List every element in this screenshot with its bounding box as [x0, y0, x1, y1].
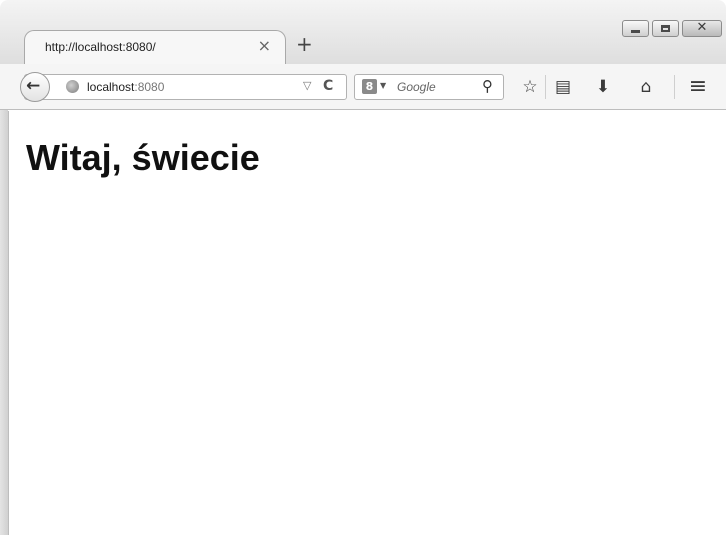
browser-window: http://localhost:8080/ × + ✕ localhost:8…	[0, 0, 726, 535]
url-bar[interactable]: localhost:8080 ▽ C	[24, 74, 347, 100]
tab-title: http://localhost:8080/	[45, 40, 156, 54]
window-frame-left	[0, 64, 8, 535]
tab-localhost[interactable]: http://localhost:8080/ ×	[24, 30, 286, 66]
maximize-icon	[661, 25, 670, 32]
minimize-icon	[631, 30, 640, 33]
home-icon[interactable]: ⌂	[634, 73, 658, 101]
new-tab-icon[interactable]: +	[296, 32, 313, 56]
maximize-button[interactable]	[652, 20, 679, 37]
google-engine-icon[interactable]: 8	[362, 79, 377, 94]
search-bar[interactable]: 8 ▼ Google ⚲	[354, 74, 504, 100]
engine-dropdown-icon[interactable]: ▼	[380, 81, 386, 90]
url-text: localhost:8080	[87, 80, 164, 94]
bookmark-star-icon[interactable]: ☆	[518, 73, 542, 101]
search-icon[interactable]: ⚲	[482, 77, 493, 95]
menu-icon[interactable]: ≡	[686, 73, 710, 101]
page-content: Witaj, świecie	[8, 111, 726, 535]
toolbar-divider	[674, 75, 675, 99]
page-heading: Witaj, świecie	[26, 137, 260, 178]
tab-close-icon[interactable]: ×	[258, 36, 271, 55]
close-window-button[interactable]: ✕	[682, 20, 722, 37]
reload-icon[interactable]: C	[323, 78, 333, 94]
toolbar-divider	[545, 75, 546, 99]
title-bar: http://localhost:8080/ × + ✕	[0, 0, 726, 66]
window-controls: ✕	[622, 20, 722, 37]
download-icon[interactable]: ⬇	[591, 73, 615, 101]
navigation-toolbar: localhost:8080 ▽ C 8 ▼ Google ⚲	[0, 64, 726, 110]
url-host: localhost	[87, 80, 135, 94]
search-input[interactable]: Google	[397, 80, 436, 94]
back-arrow-icon: ←	[26, 76, 41, 96]
globe-icon	[66, 80, 79, 93]
url-history-dropdown-icon[interactable]: ▽	[303, 79, 311, 92]
reading-list-icon[interactable]: ▤	[551, 73, 575, 101]
back-button[interactable]: ←	[20, 72, 50, 102]
close-icon: ✕	[696, 20, 708, 35]
minimize-button[interactable]	[622, 20, 649, 37]
url-port: :8080	[134, 80, 165, 94]
